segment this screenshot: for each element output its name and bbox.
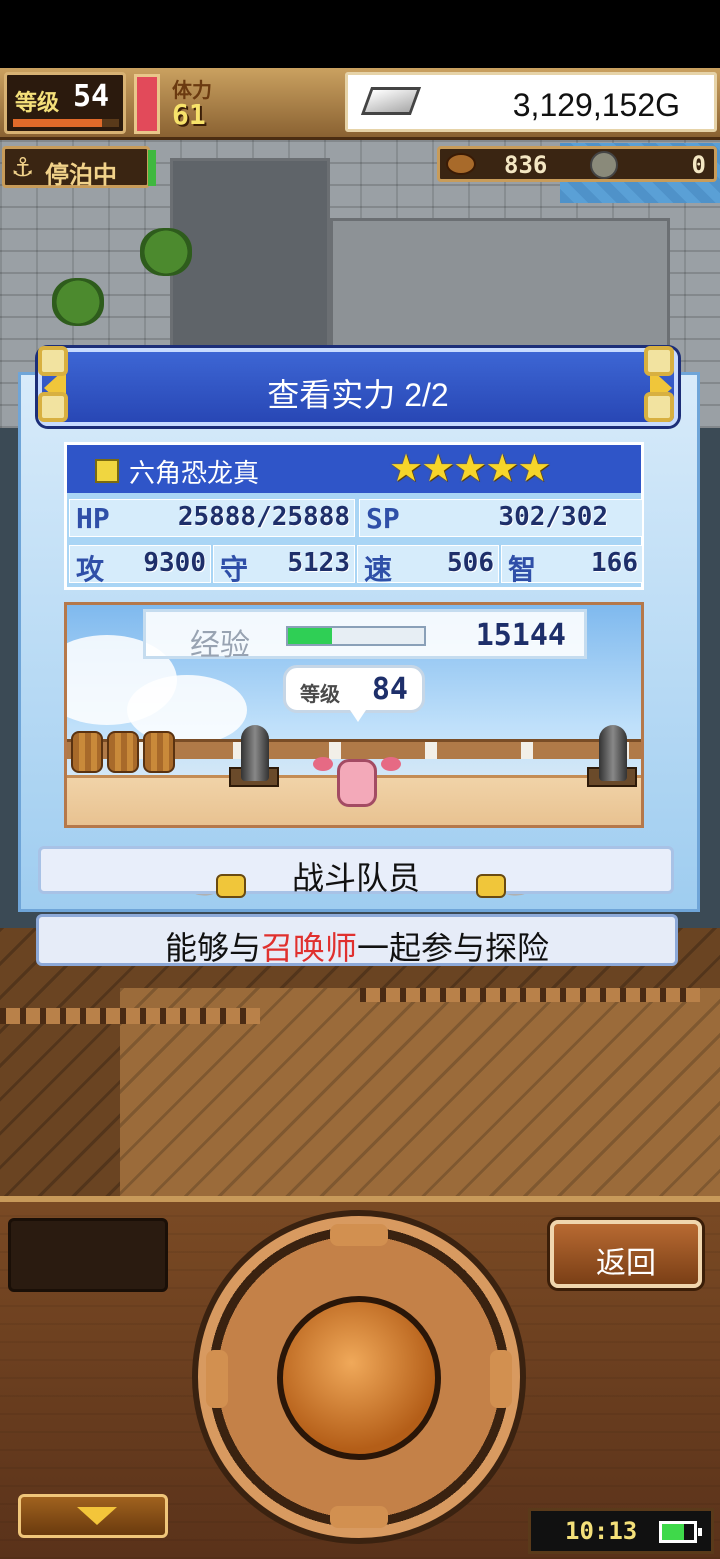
player-level-box: 等级 54 xyxy=(4,72,126,134)
speed-value: 506 xyxy=(447,548,494,578)
silver-bar-icon xyxy=(360,87,422,115)
attack-label: 攻 xyxy=(76,553,105,586)
fence xyxy=(360,988,700,1002)
gold-value: 3,129,152G xyxy=(512,87,680,123)
clock-display: 10:13 xyxy=(528,1508,714,1554)
food-value: 836 xyxy=(504,151,548,179)
player-exp-bar xyxy=(13,119,119,127)
exp-label: 经验 xyxy=(190,629,250,662)
stamina-value: 61 xyxy=(172,98,206,131)
stat-row-attributes: 攻 9300 守 5123 速 506 智 166 xyxy=(67,541,643,587)
defense-value: 5123 xyxy=(287,548,350,578)
food-icon xyxy=(446,153,476,175)
sp-value: 302/302 xyxy=(498,502,608,532)
cannon xyxy=(241,725,269,781)
dpad-down[interactable] xyxy=(330,1506,388,1528)
monster-description: 能够与召唤师一起参与探险 xyxy=(39,923,675,969)
intelligence-value: 166 xyxy=(591,548,638,578)
monster-name: 六角恐龙真 xyxy=(129,458,260,488)
chevron-down-icon xyxy=(77,1507,117,1525)
anchor-icon: ⚓ xyxy=(11,153,35,183)
sword-hilt xyxy=(476,874,506,898)
player-level-label: 等级 xyxy=(15,91,60,116)
battery-icon xyxy=(659,1521,702,1543)
exp-value: 15144 xyxy=(475,618,566,653)
star-icon: ★ xyxy=(517,446,552,490)
menu-toggle-button[interactable] xyxy=(18,1494,168,1538)
port-status-label: 停泊中 xyxy=(45,161,117,189)
barrel xyxy=(71,731,103,773)
monster-sprite xyxy=(313,749,401,813)
gold-display: 3,129,152G xyxy=(345,72,717,132)
monster-stats-panel: 六角恐龙真 ★★★★★ HP 25888/25888 SP 302/302 攻 … xyxy=(64,442,644,590)
monster-preview-scene: 经验 15144 等级 84 xyxy=(64,602,644,828)
sp-label: SP xyxy=(366,502,400,535)
cannon xyxy=(599,725,627,781)
monster-name-row: 六角恐龙真 ★★★★★ xyxy=(67,445,641,493)
monster-level-label: 等级 xyxy=(300,682,340,706)
stamina-gauge xyxy=(134,74,160,134)
attack-stat: 攻 9300 xyxy=(69,545,211,586)
element-icon xyxy=(95,459,119,483)
dialog-title: 查看实力 2/2 xyxy=(267,377,449,413)
defense-label: 守 xyxy=(220,553,249,586)
coin-icon xyxy=(590,151,618,179)
menu-slot[interactable] xyxy=(8,1218,168,1292)
back-button-label: 返回 xyxy=(596,1247,656,1280)
barrel xyxy=(143,731,175,773)
dpad-right[interactable] xyxy=(490,1350,512,1408)
attack-value: 9300 xyxy=(143,548,206,578)
intelligence-label: 智 xyxy=(508,553,537,586)
star-icon: ★ xyxy=(389,446,424,490)
exp-gauge xyxy=(286,626,426,646)
hp-label: HP xyxy=(76,502,110,535)
description-bar: 能够与召唤师一起参与探险 xyxy=(36,914,678,966)
defense-stat: 守 5123 xyxy=(213,545,355,586)
port-status-indicator xyxy=(148,150,156,186)
star-icon: ★ xyxy=(485,446,520,490)
resource-display: 836 0 xyxy=(437,146,717,182)
party-status-bar: 战斗队员 xyxy=(38,846,674,896)
dialog-corner-ornament xyxy=(38,392,68,422)
player-level-value: 54 xyxy=(73,79,110,114)
plant xyxy=(140,228,192,276)
barrel xyxy=(107,731,139,773)
intelligence-stat: 智 166 xyxy=(501,545,643,586)
dialog-corner-ornament xyxy=(38,346,68,376)
stat-row-hp-sp: HP 25888/25888 SP 302/302 xyxy=(67,495,643,541)
party-status-label: 战斗队员 xyxy=(291,860,420,896)
star-icon: ★ xyxy=(421,446,456,490)
hp-value: 25888/25888 xyxy=(177,502,350,532)
monster-level-value: 84 xyxy=(371,672,408,707)
monster-level-bubble: 等级 84 xyxy=(283,665,425,722)
description-highlight: 召唤师 xyxy=(260,930,357,966)
fence xyxy=(0,1008,260,1024)
plant xyxy=(52,278,104,326)
monster-body xyxy=(337,759,377,807)
back-button[interactable]: 返回 xyxy=(550,1220,702,1288)
dialog-corner-ornament xyxy=(644,392,674,422)
dialog-corner-ornament xyxy=(644,346,674,376)
rarity-stars: ★★★★★ xyxy=(389,446,552,490)
star-icon: ★ xyxy=(453,446,488,490)
exp-box: 经验 15144 xyxy=(143,609,587,662)
sp-stat: SP 302/302 xyxy=(359,499,643,537)
port-status-badge[interactable]: ⚓ 停泊中 xyxy=(2,146,150,189)
description-text: 能够与 xyxy=(164,930,261,966)
dpad-left[interactable] xyxy=(206,1350,228,1408)
coin-value: 0 xyxy=(691,151,706,179)
sword-hilt xyxy=(216,874,246,898)
speed-label: 速 xyxy=(364,553,393,586)
action-button[interactable] xyxy=(277,1296,441,1460)
gill xyxy=(313,757,333,771)
dialog-header: 查看实力 2/2 xyxy=(38,348,678,426)
gill xyxy=(381,757,401,771)
dpad-up[interactable] xyxy=(330,1224,388,1246)
hp-stat: HP 25888/25888 xyxy=(69,499,355,537)
clock-value: 10:13 xyxy=(565,1517,638,1545)
tower xyxy=(170,158,330,358)
description-text: 一起参与探险 xyxy=(357,930,550,966)
status-bar-background xyxy=(0,0,720,68)
speed-stat: 速 506 xyxy=(357,545,499,586)
